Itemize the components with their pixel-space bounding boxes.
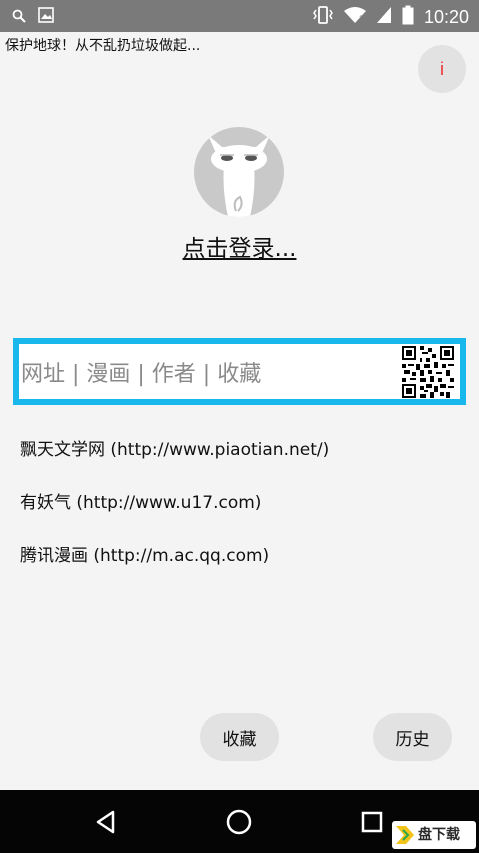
info-label: i xyxy=(440,58,444,79)
wifi-icon: ? xyxy=(343,6,366,28)
site-item-u17[interactable]: 有妖气 (http://www.u17.com) xyxy=(20,488,261,513)
signal-icon xyxy=(376,6,392,28)
recents-button[interactable] xyxy=(355,805,389,839)
watermark-logo: 盘下载 xyxy=(392,821,476,849)
history-label: 历史 xyxy=(395,729,430,750)
vibrate-icon xyxy=(312,6,334,28)
info-button[interactable]: i xyxy=(418,45,466,93)
watermark-title: 盘下载 xyxy=(418,827,460,843)
site-item-piaotian[interactable]: 飘天文学网 (http://www.piaotian.net/) xyxy=(20,435,329,460)
recents-icon xyxy=(361,811,383,833)
image-icon xyxy=(38,7,54,27)
favorites-button[interactable]: 收藏 xyxy=(200,713,279,761)
back-icon xyxy=(96,810,115,834)
status-time: 10:20 xyxy=(423,6,469,27)
download-logo-icon xyxy=(396,826,414,844)
search-box[interactable]: 网址 | 漫画 | 作者 | 收藏 xyxy=(13,338,466,405)
login-link[interactable]: 点击登录... xyxy=(0,229,479,263)
home-icon xyxy=(226,809,252,835)
site-item-qq-comic[interactable]: 腾讯漫画 (http://m.ac.qq.com) xyxy=(20,541,269,566)
battery-icon xyxy=(402,5,414,29)
home-button[interactable] xyxy=(222,805,256,839)
history-button[interactable]: 历史 xyxy=(373,713,452,761)
favorites-label: 收藏 xyxy=(222,729,257,750)
cat-avatar-icon xyxy=(208,135,270,217)
qr-code-icon[interactable] xyxy=(402,345,454,398)
svg-text:?: ? xyxy=(359,15,364,24)
search-placeholder: 网址 | 漫画 | 作者 | 收藏 xyxy=(21,361,262,387)
status-bar: ? 10:20 xyxy=(0,0,479,32)
avatar[interactable] xyxy=(194,127,284,217)
search-icon xyxy=(12,8,26,27)
back-button[interactable] xyxy=(89,805,123,839)
banner-text: 保护地球！从不乱扔垃圾做起... xyxy=(5,38,201,54)
